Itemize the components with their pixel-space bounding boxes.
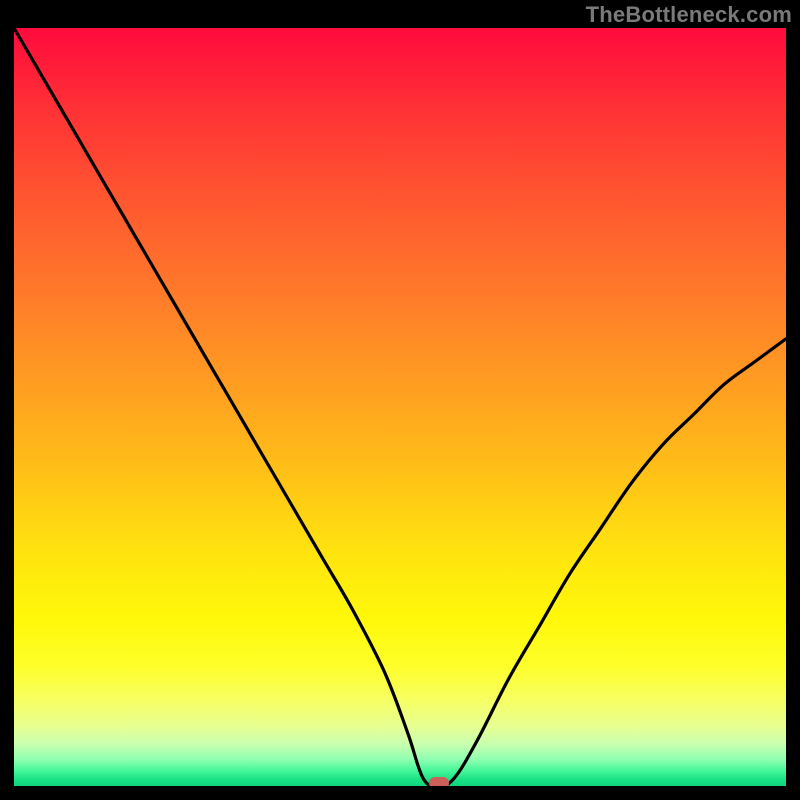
bottleneck-curve bbox=[14, 28, 786, 786]
chart-frame: TheBottleneck.com bbox=[0, 0, 800, 800]
optimal-point-marker bbox=[429, 777, 449, 786]
watermark-text: TheBottleneck.com bbox=[586, 2, 792, 28]
plot-area bbox=[14, 28, 786, 786]
curve-line bbox=[14, 28, 786, 786]
